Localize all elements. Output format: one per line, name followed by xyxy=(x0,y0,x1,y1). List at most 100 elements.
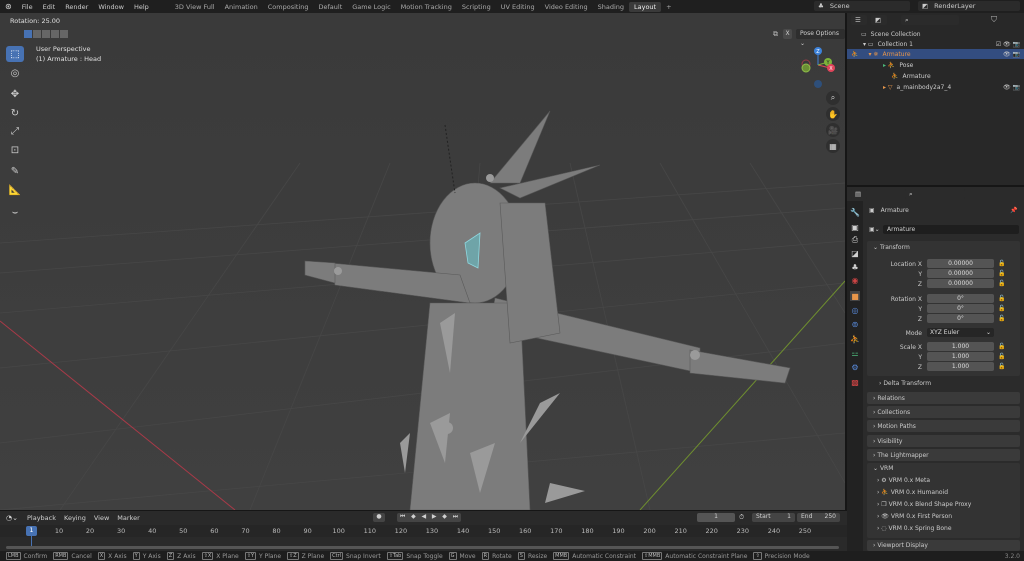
rotation-z-field[interactable]: 0° xyxy=(927,314,994,323)
scene-selector[interactable]: ♣ Scene xyxy=(814,1,910,11)
stopwatch-icon[interactable]: ⏱ xyxy=(739,513,744,522)
outliner-item-armature-data[interactable]: ⛹ Armature xyxy=(847,71,1024,81)
output-tab-icon[interactable]: ⎙ xyxy=(850,235,860,245)
render-tab-icon[interactable]: ▣ xyxy=(850,222,860,232)
expand-icon[interactable]: ▾ ▭ xyxy=(863,41,874,48)
tab-motion-tracking[interactable]: Motion Tracking xyxy=(396,2,457,12)
tab-compositing[interactable]: Compositing xyxy=(263,2,314,12)
panel-motion-paths[interactable]: › Motion Paths xyxy=(867,420,1020,432)
jump-start-icon[interactable]: ⏮ xyxy=(400,513,405,522)
panel-lightmapper[interactable]: › The Lightmapper xyxy=(867,449,1020,461)
scale-tool[interactable]: ⤢ xyxy=(6,123,24,139)
frame-ruler[interactable] xyxy=(0,525,847,537)
menu-help[interactable]: Help xyxy=(129,3,154,11)
menu-window[interactable]: Window xyxy=(93,3,129,11)
panel-delta-transform[interactable]: › Delta Transform xyxy=(879,380,931,387)
object-datablock-selector[interactable]: ▣⌄ xyxy=(869,226,880,233)
object-tab-icon[interactable]: ■ xyxy=(850,291,860,301)
menu-file[interactable]: File xyxy=(17,3,38,11)
outliner-item-scene-collection[interactable]: ▭ Scene Collection xyxy=(847,29,1024,39)
location-z-field[interactable]: 0.00000 xyxy=(927,279,994,288)
visibility-icons[interactable]: 👁 📷 xyxy=(1003,51,1020,58)
playhead[interactable]: 1 xyxy=(26,526,37,536)
lock-icon[interactable]: 🔓 xyxy=(998,315,1005,322)
panel-relations[interactable]: › Relations xyxy=(867,392,1020,404)
tab-game-logic[interactable]: Game Logic xyxy=(347,2,395,12)
camera-view-button[interactable]: 🎥 xyxy=(826,123,840,137)
vrm-humanoid-item[interactable]: › ⛹ VRM 0.x Humanoid xyxy=(877,489,948,496)
outliner-search-input[interactable]: ⌕ xyxy=(901,15,959,25)
scene-tab-icon[interactable]: ♣ xyxy=(850,262,860,272)
filter-dropdown[interactable]: ◩ xyxy=(871,15,887,25)
annotate-tool[interactable]: ✎ xyxy=(6,163,24,179)
jump-end-icon[interactable]: ⏭ xyxy=(453,513,458,522)
bone-roll-tool[interactable]: ⌣ xyxy=(6,204,24,220)
view-layer-selector[interactable]: ◩ RenderLayer xyxy=(918,1,1020,11)
menu-playback[interactable]: Playback xyxy=(27,514,56,522)
mirror-x-toggle[interactable]: X xyxy=(783,29,792,39)
menu-view[interactable]: View xyxy=(94,514,109,522)
play-reverse-icon[interactable]: ◀ xyxy=(421,513,426,522)
blender-logo-icon[interactable]: ⊛ xyxy=(0,2,17,11)
tab-layout[interactable]: Layout xyxy=(629,1,662,12)
texture-tab-icon[interactable]: ▩ xyxy=(850,377,860,387)
3d-viewport[interactable]: Rotation: 25.00 User Perspective (1) Arm… xyxy=(0,13,845,510)
select-intersect-button[interactable] xyxy=(60,30,68,38)
tab-shading[interactable]: Shading xyxy=(593,2,629,12)
outliner-item-mainbody[interactable]: ▸ ▽ a_mainbody2a7_4 👁 📷 xyxy=(847,82,1024,92)
play-icon[interactable]: ▶ xyxy=(432,513,437,522)
vrm-meta-item[interactable]: › ⚙ VRM 0.x Meta xyxy=(877,477,930,484)
start-frame-field[interactable]: Start 1 xyxy=(752,513,795,522)
view-layer-tab-icon[interactable]: ◪ xyxy=(850,248,860,258)
tab-3d-view-full[interactable]: 3D View Full xyxy=(170,2,220,12)
bone-tab-icon[interactable]: ⚍ xyxy=(850,348,860,358)
panel-viewport-display[interactable]: › Viewport Display xyxy=(867,540,1020,551)
pan-view-button[interactable]: ✋ xyxy=(826,107,840,121)
scale-x-field[interactable]: 1.000 xyxy=(927,342,994,351)
rotate-tool[interactable]: ↻ xyxy=(6,105,24,121)
menu-render[interactable]: Render xyxy=(60,3,93,11)
location-x-field[interactable]: 0.00000 xyxy=(927,259,994,268)
select-subtract-button[interactable] xyxy=(42,30,50,38)
select-invert-button[interactable] xyxy=(51,30,59,38)
modifier-tab-icon[interactable]: ◎ xyxy=(850,305,860,315)
lock-icon[interactable]: 🔓 xyxy=(998,295,1005,302)
tab-default[interactable]: Default xyxy=(314,2,348,12)
lock-icon[interactable]: 🔓 xyxy=(998,270,1005,277)
lock-icon[interactable]: 🔓 xyxy=(998,363,1005,370)
menu-marker[interactable]: Marker xyxy=(117,514,139,522)
panel-collections[interactable]: › Collections xyxy=(867,406,1020,418)
lock-icon[interactable]: 🔓 xyxy=(998,353,1005,360)
lock-icon[interactable]: 🔓 xyxy=(998,343,1005,350)
display-mode-dropdown[interactable]: ☰ xyxy=(851,15,867,25)
tab-uv-editing[interactable]: UV Editing xyxy=(496,2,540,12)
outliner-item-armature-selected[interactable]: ⛹ ▾ ✵ Armature 👁 📷 xyxy=(847,49,1024,59)
lock-icon[interactable]: 🔓 xyxy=(998,305,1005,312)
vrm-blend-shape-item[interactable]: › ❐ VRM 0.x Blend Shape Proxy xyxy=(877,501,971,508)
current-frame-field[interactable]: 1 xyxy=(697,513,735,522)
outliner-item-pose[interactable]: ▸ ⛹ Pose xyxy=(847,60,1024,70)
scale-y-field[interactable]: 1.000 xyxy=(927,352,994,361)
armature-data-tab-icon[interactable]: ⛹ xyxy=(850,334,860,344)
physics-tab-icon[interactable]: ⊚ xyxy=(850,319,860,329)
tab-animation[interactable]: Animation xyxy=(220,2,263,12)
add-workspace-button[interactable]: + xyxy=(661,2,676,12)
editor-type-clock-icon[interactable]: ◔⌄ xyxy=(6,514,18,522)
tool-tab-icon[interactable]: 🔧 xyxy=(850,207,860,217)
navigation-gizmo[interactable]: Z Y X xyxy=(798,45,840,95)
timeline-scrollbar[interactable] xyxy=(6,546,839,549)
menu-keying[interactable]: Keying xyxy=(64,514,86,522)
funnel-icon[interactable]: ⛉ xyxy=(991,15,997,25)
rotation-y-field[interactable]: 0° xyxy=(927,304,994,313)
select-extend-button[interactable] xyxy=(33,30,41,38)
tab-video-editing[interactable]: Video Editing xyxy=(540,2,593,12)
menu-edit[interactable]: Edit xyxy=(38,3,61,11)
cursor-tool[interactable]: ◎ xyxy=(6,65,24,81)
outliner-item-collection-1[interactable]: ▾ ▭ Collection 1 ☑ 👁 📷 xyxy=(847,39,1024,49)
perspective-toggle-button[interactable]: ▦ xyxy=(826,139,840,153)
measure-tool[interactable]: 📐 xyxy=(6,182,24,198)
world-tab-icon[interactable]: ◉ xyxy=(850,275,860,285)
visibility-icons[interactable]: 👁 📷 xyxy=(1003,84,1020,91)
editor-type-dropdown[interactable]: ▤ xyxy=(851,189,867,199)
rotation-x-field[interactable]: 0° xyxy=(927,294,994,303)
